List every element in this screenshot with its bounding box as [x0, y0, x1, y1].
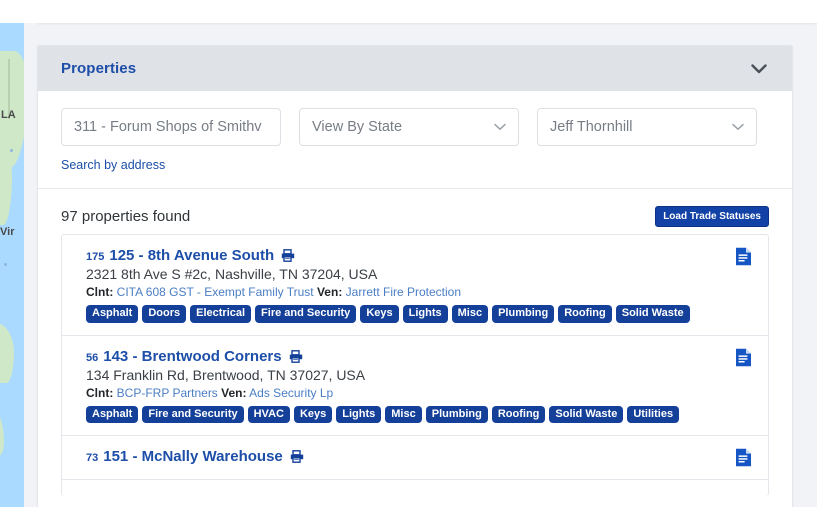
- trade-tag[interactable]: HVAC: [247, 405, 290, 424]
- search-by-address-link[interactable]: Search by address: [61, 158, 165, 172]
- property-search-input[interactable]: 311 - Forum Shops of Smithv: [61, 108, 281, 146]
- vendor-link[interactable]: Jarrett Fire Protection: [346, 285, 461, 299]
- property-number: 175: [86, 251, 105, 263]
- print-icon[interactable]: [290, 450, 304, 464]
- state-select[interactable]: View By State: [299, 108, 519, 146]
- property-search-value: 311 - Forum Shops of Smithv: [74, 119, 262, 135]
- document-icon[interactable]: [735, 247, 752, 271]
- property-meta: Clnt: BCP-FRP Partners Ven: Ads Security…: [86, 386, 752, 400]
- map-point: [10, 149, 13, 152]
- state-select-value: View By State: [312, 119, 403, 135]
- document-icon[interactable]: [735, 448, 752, 472]
- trade-tag[interactable]: Roofing: [491, 405, 546, 424]
- vendor-label: Ven:: [221, 385, 247, 400]
- map-panel[interactable]: LA Vir: [0, 23, 24, 507]
- trade-tag[interactable]: Asphalt: [86, 405, 139, 424]
- trade-tag[interactable]: Plumbing: [425, 405, 488, 424]
- trade-tag[interactable]: Fire and Security: [142, 405, 244, 424]
- property-name-link[interactable]: 125 - 8th Avenue South: [109, 247, 274, 264]
- trade-tag[interactable]: Keys: [293, 405, 333, 424]
- client-link[interactable]: BCP-FRP Partners: [117, 386, 218, 400]
- trade-tag[interactable]: Plumbing: [492, 305, 555, 323]
- map-point: [4, 263, 7, 266]
- vendor-label: Ven:: [316, 285, 343, 299]
- filters-row: 311 - Forum Shops of Smithv View By Stat…: [38, 91, 792, 146]
- trade-tag-list: Asphalt Doors Electrical Fire and Security K…: [86, 305, 752, 323]
- app-root: LA Vir Properties 311 - Forum Shops of S…: [0, 0, 817, 507]
- chevron-down-icon: [732, 123, 744, 131]
- owner-select-value: Jeff Thornhill: [550, 119, 633, 135]
- layout-gutter: [24, 23, 37, 507]
- property-card: 73 151 - McNally Warehouse: [62, 436, 768, 481]
- results-header: 97 properties found Load Trade Statuses: [38, 189, 792, 231]
- property-card: 175 125 - 8th Avenue South 2321 8th Ave S …: [62, 235, 768, 336]
- property-address: 134 Franklin Rd, Brentwood, TN 37027, US…: [86, 366, 366, 383]
- property-number: 73: [86, 452, 99, 465]
- search-by-address-wrap: Search by address: [38, 146, 792, 174]
- property-name-link[interactable]: 143 - Brentwood Corners: [103, 348, 281, 365]
- document-icon[interactable]: [735, 348, 752, 372]
- page-title: Properties: [61, 60, 137, 77]
- trade-tag[interactable]: Solid Waste: [615, 305, 690, 323]
- map-label-vir: Vir: [0, 226, 15, 238]
- property-address: 2321 8th Ave S #2c, Nashville, TN 37204,…: [86, 266, 378, 282]
- print-icon[interactable]: [281, 249, 295, 262]
- trade-tag[interactable]: Lights: [336, 405, 382, 424]
- property-name-link[interactable]: 151 - McNally Warehouse: [103, 448, 283, 465]
- trade-tag[interactable]: Solid Waste: [549, 405, 624, 424]
- trade-tag[interactable]: Doors: [142, 305, 187, 323]
- map-landmass-quaternary: [0, 408, 4, 456]
- trade-tag[interactable]: Lights: [402, 305, 448, 323]
- map-landmass-tertiary: [0, 323, 14, 383]
- trade-tag[interactable]: Utilities: [627, 405, 680, 424]
- properties-panel: Properties 311 - Forum Shops of Smithv V…: [37, 45, 793, 507]
- chevron-down-icon[interactable]: [748, 58, 770, 80]
- top-white-bar: [0, 0, 817, 23]
- trade-tag[interactable]: Roofing: [558, 305, 612, 323]
- property-card: 56 143 - Brentwood Corners 134 Franklin Rd…: [62, 336, 768, 437]
- trade-tag[interactable]: Fire and Security: [255, 305, 357, 323]
- load-trade-statuses-button[interactable]: Load Trade Statuses: [655, 206, 769, 227]
- owner-select[interactable]: Jeff Thornhill: [537, 108, 757, 146]
- trade-tag[interactable]: Misc: [451, 305, 489, 323]
- trade-tag[interactable]: Electrical: [190, 305, 252, 323]
- client-link[interactable]: CITA 608 GST - Exempt Family Trust: [117, 285, 314, 299]
- property-number: 56: [86, 351, 99, 364]
- client-label: Clnt:: [86, 385, 114, 400]
- vendor-link[interactable]: Ads Security Lp: [249, 386, 333, 400]
- property-list: 175 125 - 8th Avenue South 2321 8th Ave S …: [61, 234, 769, 496]
- trade-tag[interactable]: Asphalt: [86, 305, 139, 323]
- property-title-row: 73 151 - McNally Warehouse: [86, 448, 752, 465]
- panel-header: Properties: [38, 46, 792, 91]
- property-meta: Clnt: CITA 608 GST - Exempt Family Trust…: [86, 285, 752, 299]
- trade-tag-list: Asphalt Fire and Security HVAC Keys Lights Mi…: [86, 405, 752, 424]
- chevron-down-icon: [494, 123, 506, 131]
- print-icon[interactable]: [289, 349, 303, 363]
- results-count: 97 properties found: [61, 208, 191, 225]
- trade-tag[interactable]: Misc: [385, 405, 422, 424]
- map-label-la: LA: [1, 109, 16, 121]
- trade-tag[interactable]: Keys: [360, 305, 399, 323]
- property-title-row: 175 125 - 8th Avenue South: [86, 247, 752, 264]
- client-label: Clnt:: [86, 285, 114, 299]
- property-title-row: 56 143 - Brentwood Corners: [86, 348, 752, 365]
